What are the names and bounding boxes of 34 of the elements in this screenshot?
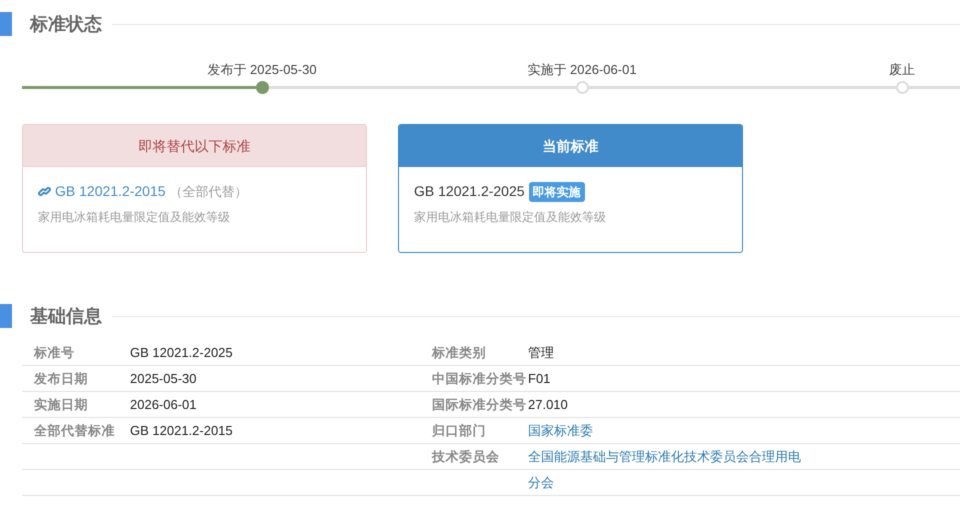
card-header: 当前标准: [399, 125, 742, 167]
field-label: 标准号: [32, 344, 76, 362]
standard-title: 家用电冰箱耗电量限定值及能效等级: [414, 209, 607, 226]
field-value: F01: [528, 370, 552, 388]
standard-title: 家用电冰箱耗电量限定值及能效等级: [38, 209, 231, 226]
field-label: 实施日期: [33, 396, 89, 414]
field-value: 2025-05-30: [130, 370, 196, 388]
section-title: 基础信息: [30, 304, 102, 328]
timeline-label: 实施于 2026-06-01: [527, 61, 637, 79]
field-label: 全部代替标准: [33, 422, 116, 440]
section-title: 标准状态: [30, 12, 102, 36]
field-label: 技术委员会: [430, 448, 500, 466]
field-label: 国际标准分类号: [431, 396, 528, 414]
timeline-label: 废止: [889, 61, 915, 79]
link-icon: [38, 185, 51, 198]
section-marker: [0, 12, 12, 36]
standard-link[interactable]: GB 12021.2-2015: [38, 181, 166, 202]
field-label: 标准类别: [430, 344, 487, 362]
timeline-label: 发布于 2025-05-30: [207, 61, 317, 79]
field-label: 中国标准分类号: [431, 370, 528, 388]
field-value: 27.010: [528, 396, 569, 414]
section-marker: [0, 304, 12, 328]
standard-code: GB 12021.2-2025: [414, 182, 525, 201]
card-header: 即将替代以下标准: [23, 125, 366, 167]
field-link[interactable]: 全国能源基础与管理标准化技术委员会合理用电分会: [528, 444, 808, 496]
replace-note: （全部代替）: [170, 182, 248, 201]
field-value: GB 12021.2-2015: [130, 422, 233, 440]
field-link[interactable]: 国家标准委: [528, 418, 808, 444]
field-value: 管理: [528, 344, 555, 362]
field-value: GB 12021.2-2025: [130, 344, 233, 362]
status-badge: 即将实施: [528, 182, 585, 202]
field-value: 2026-06-01: [130, 396, 196, 414]
field-label: 归口部门: [431, 422, 487, 440]
field-label: 发布日期: [32, 370, 89, 388]
